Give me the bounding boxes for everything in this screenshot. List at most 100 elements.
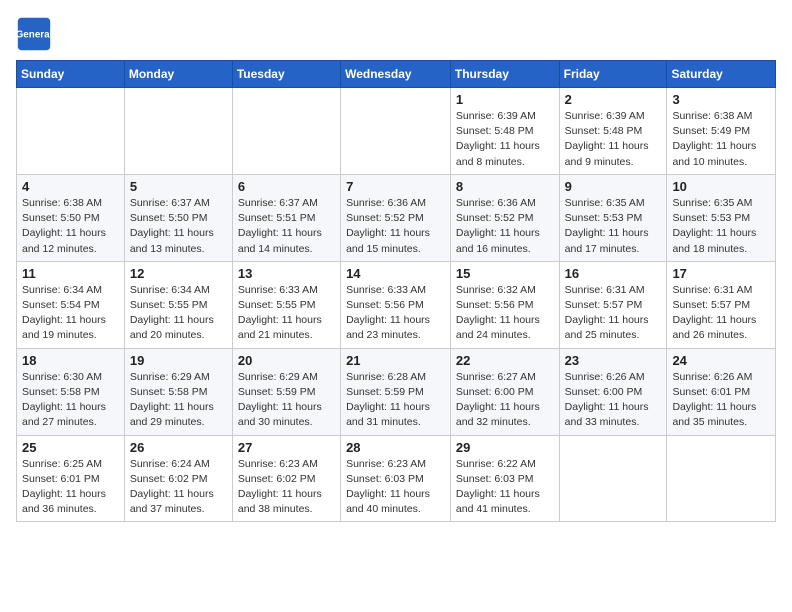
day-info: Sunrise: 6:35 AM Sunset: 5:53 PM Dayligh… xyxy=(565,196,662,257)
day-number: 21 xyxy=(346,353,445,368)
calendar-cell: 3 Sunrise: 6:38 AM Sunset: 5:49 PM Daylig… xyxy=(667,88,776,175)
calendar-cell: 1 Sunrise: 6:39 AM Sunset: 5:48 PM Daylig… xyxy=(450,88,559,175)
calendar-header: SundayMondayTuesdayWednesdayThursdayFrid… xyxy=(17,61,776,88)
day-number: 17 xyxy=(672,266,770,281)
day-info: Sunrise: 6:29 AM Sunset: 5:59 PM Dayligh… xyxy=(238,370,335,431)
calendar-cell: 2 Sunrise: 6:39 AM Sunset: 5:48 PM Daylig… xyxy=(559,88,667,175)
day-number: 24 xyxy=(672,353,770,368)
calendar-cell xyxy=(124,88,232,175)
calendar-cell: 27 Sunrise: 6:23 AM Sunset: 6:02 PM Dayli… xyxy=(232,435,340,522)
calendar-cell: 28 Sunrise: 6:23 AM Sunset: 6:03 PM Dayli… xyxy=(341,435,451,522)
calendar-cell: 7 Sunrise: 6:36 AM Sunset: 5:52 PM Daylig… xyxy=(341,174,451,261)
calendar-cell: 13 Sunrise: 6:33 AM Sunset: 5:55 PM Dayli… xyxy=(232,261,340,348)
calendar-week-4: 18 Sunrise: 6:30 AM Sunset: 5:58 PM Dayli… xyxy=(17,348,776,435)
day-number: 23 xyxy=(565,353,662,368)
calendar-cell: 24 Sunrise: 6:26 AM Sunset: 6:01 PM Dayli… xyxy=(667,348,776,435)
calendar-week-1: 1 Sunrise: 6:39 AM Sunset: 5:48 PM Daylig… xyxy=(17,88,776,175)
calendar-cell: 25Sunrise: 6:25 AM Sunset: 6:01 PM Dayli… xyxy=(17,435,125,522)
day-number: 1 xyxy=(456,92,554,107)
calendar-week-5: 25Sunrise: 6:25 AM Sunset: 6:01 PM Dayli… xyxy=(17,435,776,522)
day-info: Sunrise: 6:36 AM Sunset: 5:52 PM Dayligh… xyxy=(456,196,554,257)
day-info: Sunrise: 6:23 AM Sunset: 6:02 PM Dayligh… xyxy=(238,457,335,518)
day-info: Sunrise: 6:26 AM Sunset: 6:01 PM Dayligh… xyxy=(672,370,770,431)
calendar-cell: 10 Sunrise: 6:35 AM Sunset: 5:53 PM Dayli… xyxy=(667,174,776,261)
day-number: 18 xyxy=(22,353,119,368)
calendar-cell: 17 Sunrise: 6:31 AM Sunset: 5:57 PM Dayli… xyxy=(667,261,776,348)
day-number: 9 xyxy=(565,179,662,194)
calendar-cell: 15 Sunrise: 6:32 AM Sunset: 5:56 PM Dayli… xyxy=(450,261,559,348)
calendar-cell: 23Sunrise: 6:26 AM Sunset: 6:00 PM Dayli… xyxy=(559,348,667,435)
day-number: 28 xyxy=(346,440,445,455)
day-number: 4 xyxy=(22,179,119,194)
calendar-cell: 20 Sunrise: 6:29 AM Sunset: 5:59 PM Dayli… xyxy=(232,348,340,435)
day-header-thursday: Thursday xyxy=(450,61,559,88)
day-info: Sunrise: 6:24 AM Sunset: 6:02 PM Dayligh… xyxy=(130,457,227,518)
day-header-tuesday: Tuesday xyxy=(232,61,340,88)
day-header-friday: Friday xyxy=(559,61,667,88)
calendar-cell: 26 Sunrise: 6:24 AM Sunset: 6:02 PM Dayli… xyxy=(124,435,232,522)
day-number: 10 xyxy=(672,179,770,194)
day-info: Sunrise: 6:38 AM Sunset: 5:49 PM Dayligh… xyxy=(672,109,770,170)
calendar-cell: 14Sunrise: 6:33 AM Sunset: 5:56 PM Dayli… xyxy=(341,261,451,348)
day-number: 16 xyxy=(565,266,662,281)
day-info: Sunrise: 6:32 AM Sunset: 5:56 PM Dayligh… xyxy=(456,283,554,344)
calendar-cell: 12 Sunrise: 6:34 AM Sunset: 5:55 PM Dayli… xyxy=(124,261,232,348)
day-number: 3 xyxy=(672,92,770,107)
day-header-wednesday: Wednesday xyxy=(341,61,451,88)
calendar-cell: 16 Sunrise: 6:31 AM Sunset: 5:57 PM Dayli… xyxy=(559,261,667,348)
day-info: Sunrise: 6:33 AM Sunset: 5:55 PM Dayligh… xyxy=(238,283,335,344)
day-info: Sunrise: 6:31 AM Sunset: 5:57 PM Dayligh… xyxy=(565,283,662,344)
day-number: 7 xyxy=(346,179,445,194)
calendar-cell xyxy=(667,435,776,522)
calendar-cell: 18 Sunrise: 6:30 AM Sunset: 5:58 PM Dayli… xyxy=(17,348,125,435)
day-info: Sunrise: 6:36 AM Sunset: 5:52 PM Dayligh… xyxy=(346,196,445,257)
day-info: Sunrise: 6:27 AM Sunset: 6:00 PM Dayligh… xyxy=(456,370,554,431)
day-info: Sunrise: 6:39 AM Sunset: 5:48 PM Dayligh… xyxy=(456,109,554,170)
day-info: Sunrise: 6:31 AM Sunset: 5:57 PM Dayligh… xyxy=(672,283,770,344)
calendar-body: 1 Sunrise: 6:39 AM Sunset: 5:48 PM Daylig… xyxy=(17,88,776,522)
day-number: 19 xyxy=(130,353,227,368)
day-number: 6 xyxy=(238,179,335,194)
day-number: 15 xyxy=(456,266,554,281)
day-info: Sunrise: 6:34 AM Sunset: 5:54 PM Dayligh… xyxy=(22,283,119,344)
day-number: 26 xyxy=(130,440,227,455)
day-number: 11 xyxy=(22,266,119,281)
day-header-sunday: Sunday xyxy=(17,61,125,88)
day-info: Sunrise: 6:37 AM Sunset: 5:51 PM Dayligh… xyxy=(238,196,335,257)
day-info: Sunrise: 6:39 AM Sunset: 5:48 PM Dayligh… xyxy=(565,109,662,170)
calendar-cell: 19Sunrise: 6:29 AM Sunset: 5:58 PM Dayli… xyxy=(124,348,232,435)
day-info: Sunrise: 6:25 AM Sunset: 6:01 PM Dayligh… xyxy=(22,457,119,518)
day-number: 12 xyxy=(130,266,227,281)
calendar-cell xyxy=(341,88,451,175)
svg-text:General: General xyxy=(16,30,52,41)
calendar-week-3: 11 Sunrise: 6:34 AM Sunset: 5:54 PM Dayli… xyxy=(17,261,776,348)
day-info: Sunrise: 6:30 AM Sunset: 5:58 PM Dayligh… xyxy=(22,370,119,431)
day-info: Sunrise: 6:35 AM Sunset: 5:53 PM Dayligh… xyxy=(672,196,770,257)
day-info: Sunrise: 6:37 AM Sunset: 5:50 PM Dayligh… xyxy=(130,196,227,257)
logo: General xyxy=(16,16,56,52)
day-number: 20 xyxy=(238,353,335,368)
day-number: 22 xyxy=(456,353,554,368)
calendar-cell: 22 Sunrise: 6:27 AM Sunset: 6:00 PM Dayli… xyxy=(450,348,559,435)
day-info: Sunrise: 6:23 AM Sunset: 6:03 PM Dayligh… xyxy=(346,457,445,518)
day-number: 13 xyxy=(238,266,335,281)
day-header-monday: Monday xyxy=(124,61,232,88)
day-header-saturday: Saturday xyxy=(667,61,776,88)
calendar-cell: 21 Sunrise: 6:28 AM Sunset: 5:59 PM Dayli… xyxy=(341,348,451,435)
day-number: 2 xyxy=(565,92,662,107)
day-info: Sunrise: 6:34 AM Sunset: 5:55 PM Dayligh… xyxy=(130,283,227,344)
calendar-week-2: 4 Sunrise: 6:38 AM Sunset: 5:50 PM Daylig… xyxy=(17,174,776,261)
page-header: General xyxy=(16,16,776,52)
calendar-cell xyxy=(559,435,667,522)
day-info: Sunrise: 6:38 AM Sunset: 5:50 PM Dayligh… xyxy=(22,196,119,257)
calendar-cell: 4 Sunrise: 6:38 AM Sunset: 5:50 PM Daylig… xyxy=(17,174,125,261)
logo-icon: General xyxy=(16,16,52,52)
day-number: 8 xyxy=(456,179,554,194)
calendar-cell xyxy=(232,88,340,175)
day-info: Sunrise: 6:28 AM Sunset: 5:59 PM Dayligh… xyxy=(346,370,445,431)
calendar-cell: 11 Sunrise: 6:34 AM Sunset: 5:54 PM Dayli… xyxy=(17,261,125,348)
calendar-cell: 5Sunrise: 6:37 AM Sunset: 5:50 PM Daylig… xyxy=(124,174,232,261)
calendar-cell: 6 Sunrise: 6:37 AM Sunset: 5:51 PM Daylig… xyxy=(232,174,340,261)
calendar-cell xyxy=(17,88,125,175)
day-number: 27 xyxy=(238,440,335,455)
